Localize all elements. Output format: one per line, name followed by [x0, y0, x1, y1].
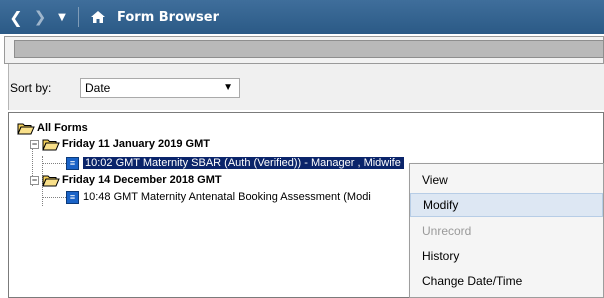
- tree-root[interactable]: All Forms: [17, 120, 88, 136]
- menu-item-modify[interactable]: Modify: [410, 193, 603, 217]
- collapse-icon[interactable]: −: [30, 139, 39, 149]
- home-icon[interactable]: [87, 5, 109, 29]
- dropdown-icon[interactable]: ▼: [52, 5, 72, 29]
- form-document-icon: ≡: [66, 190, 79, 204]
- open-folder-icon: [42, 175, 60, 186]
- tree-group-node[interactable]: − Friday 14 December 2018 GMT: [30, 172, 222, 188]
- context-menu: View Modify Unrecord History Change Date…: [409, 163, 604, 298]
- open-folder-icon: [42, 139, 60, 150]
- form-item-label: 10:02 GMT Maternity SBAR (Auth (Verified…: [83, 157, 404, 169]
- menu-item-history[interactable]: History: [410, 244, 603, 268]
- window-title: Form Browser: [117, 9, 219, 25]
- sort-by-value: Date: [85, 81, 111, 95]
- form-document-icon: ≡: [66, 156, 79, 170]
- collapse-icon[interactable]: −: [30, 175, 39, 185]
- toolbar-separator: [78, 7, 79, 27]
- tree-connector: [42, 197, 66, 198]
- title-bar: ❮ ❯ ▼ Form Browser: [0, 0, 604, 34]
- menu-item-view[interactable]: View: [410, 168, 603, 192]
- tree-connector: [42, 163, 66, 164]
- tree-group-node[interactable]: − Friday 11 January 2019 GMT: [30, 136, 210, 152]
- menu-item-change-date-time[interactable]: Change Date/Time: [410, 269, 603, 293]
- filter-bar: [14, 40, 604, 58]
- chevron-down-icon[interactable]: ▼: [223, 82, 233, 93]
- sort-by-label: Sort by:: [10, 81, 52, 95]
- form-item-label: 10:48 GMT Maternity Antenatal Booking As…: [83, 191, 371, 203]
- menu-item-unrecord[interactable]: Unrecord: [410, 219, 603, 243]
- back-arrow-icon[interactable]: ❮: [4, 5, 28, 29]
- form-item[interactable]: ≡ 10:48 GMT Maternity Antenatal Booking …: [66, 189, 371, 205]
- forward-arrow-icon[interactable]: ❯: [28, 5, 52, 29]
- open-folder-icon: [17, 123, 35, 134]
- tree-group-label: Friday 11 January 2019 GMT: [62, 138, 210, 150]
- form-item[interactable]: ≡ 10:02 GMT Maternity SBAR (Auth (Verifi…: [66, 155, 404, 171]
- sort-by-select[interactable]: Date ▼: [80, 78, 240, 98]
- tree-group-label: Friday 14 December 2018 GMT: [62, 174, 222, 186]
- tree-root-label: All Forms: [37, 122, 88, 134]
